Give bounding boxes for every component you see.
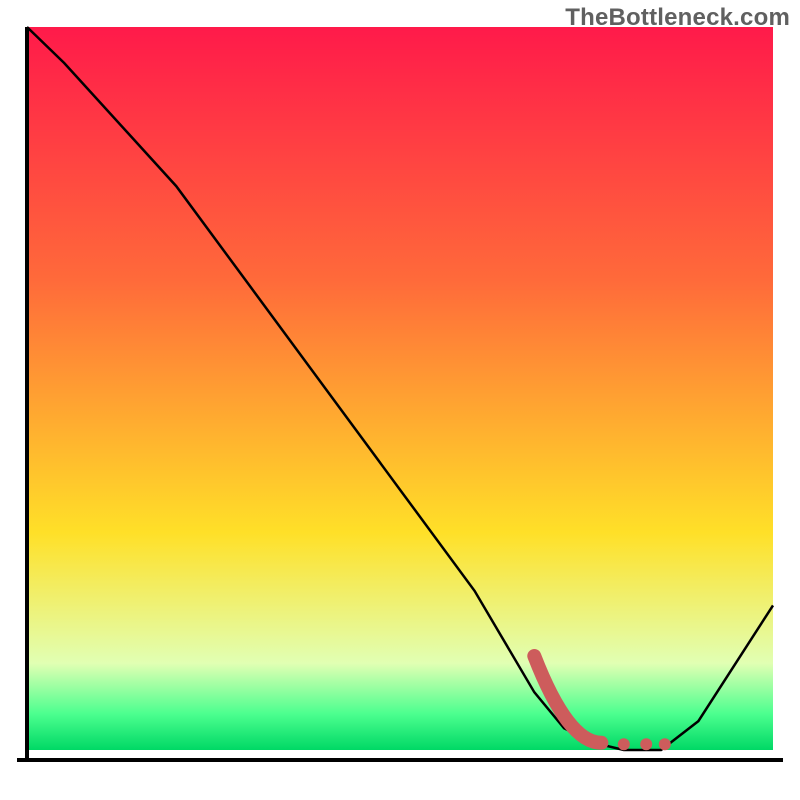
chart-stage: TheBottleneck.com (0, 0, 800, 800)
highlight-dots (618, 738, 671, 750)
watermark-text: TheBottleneck.com (565, 4, 790, 32)
highlight-dot (640, 738, 652, 750)
highlight-dot (659, 738, 671, 750)
highlight-dot (618, 738, 630, 750)
chart-svg (0, 0, 800, 800)
plot-background (27, 27, 773, 750)
